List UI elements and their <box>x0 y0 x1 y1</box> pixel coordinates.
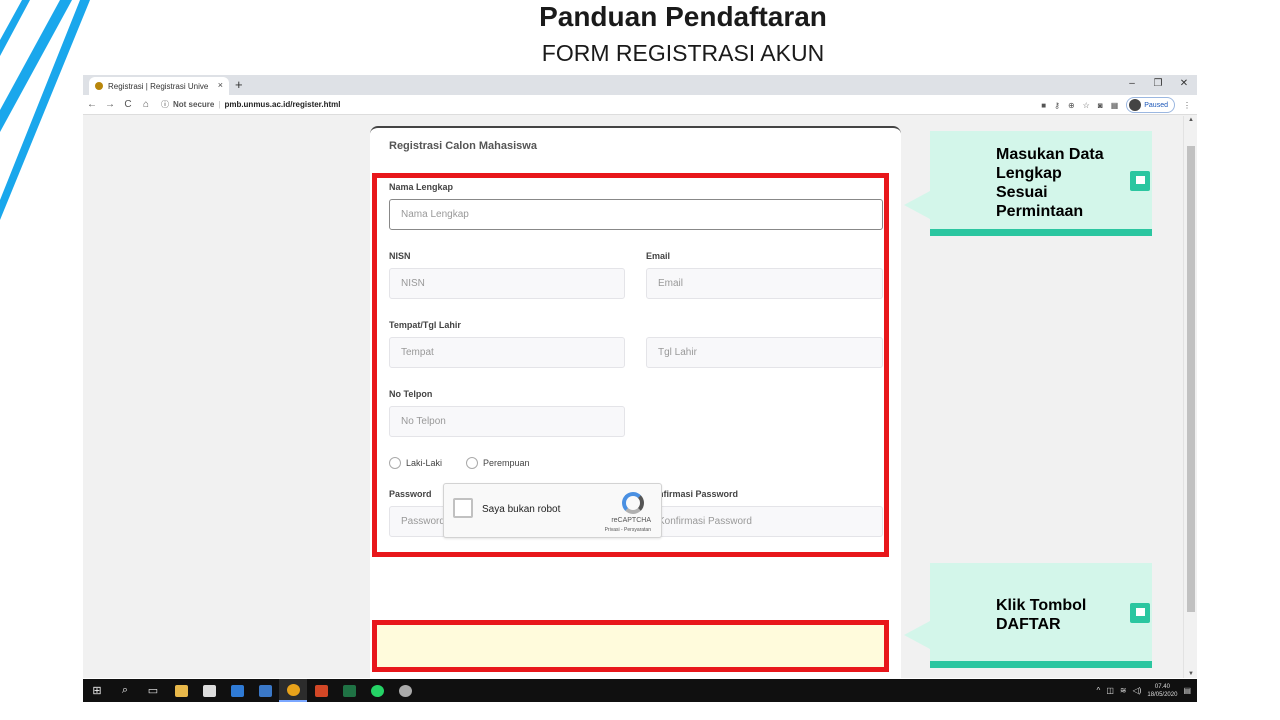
zoom-app-icon[interactable]: ◙ <box>1098 101 1103 110</box>
callout-accent-bar <box>930 661 1152 668</box>
excel-icon[interactable] <box>335 679 363 702</box>
menu-icon[interactable]: ⋮ <box>1183 101 1191 110</box>
restore-button[interactable]: ❐ <box>1145 75 1171 95</box>
windows-taskbar: ⊞ ⌕ ▭ ^ ◫ ≋ ◁) 07.40 18/05/2020 ▤ <box>83 679 1197 702</box>
extension-icon[interactable]: ■ <box>1041 101 1046 110</box>
tab-bar: Registrasi | Registrasi Unive × + – ❐ ✕ <box>83 75 1197 95</box>
comment-icon <box>1130 603 1150 623</box>
callout-tail <box>904 191 930 219</box>
extension-icons: ■ ⚷ ⊕ ☆ ◙ ▦ Paused ⋮ <box>1041 97 1191 113</box>
scroll-thumb[interactable] <box>1187 146 1195 612</box>
volume-icon[interactable]: ◁) <box>1133 686 1142 695</box>
callout-data-text: Masukan Data Lengkap Sesuai Permintaan <box>996 146 1104 220</box>
vertical-scrollbar[interactable]: ▲ ▼ <box>1183 116 1197 678</box>
url-text: pmb.unmus.ac.id/register.html <box>224 100 341 109</box>
tab-title: Registrasi | Registrasi Unive <box>108 81 209 91</box>
back-button[interactable]: ← <box>83 99 101 110</box>
comment-icon <box>1130 171 1150 191</box>
close-window-button[interactable]: ✕ <box>1171 75 1197 95</box>
slide: Panduan Pendaftaran FORM REGISTRASI AKUN… <box>0 0 1280 720</box>
form-highlight-box <box>372 173 889 557</box>
powerpoint-icon[interactable] <box>307 679 335 702</box>
callout-tail <box>904 621 930 649</box>
callout-accent-bar <box>930 229 1152 236</box>
home-button[interactable]: ⌂ <box>137 99 155 110</box>
network-icon[interactable]: ◫ <box>1106 686 1114 695</box>
tab-close-icon[interactable]: × <box>218 80 223 90</box>
reload-button[interactable]: C <box>119 99 137 110</box>
callout-data: Masukan Data Lengkap Sesuai Permintaan <box>904 131 1152 236</box>
zoom-icon[interactable]: ⊕ <box>1068 101 1075 110</box>
profile-status: Paused <box>1144 101 1168 109</box>
chrome-icon[interactable] <box>279 679 307 702</box>
store-icon[interactable] <box>195 679 223 702</box>
info-icon: ⓘ <box>161 100 169 109</box>
clock-time: 07.40 <box>1154 683 1170 690</box>
edge-icon[interactable] <box>223 679 251 702</box>
wifi-icon[interactable]: ≋ <box>1120 686 1127 695</box>
chevron-up-icon[interactable]: ^ <box>1097 686 1101 695</box>
browser-tab[interactable]: Registrasi | Registrasi Unive × <box>89 77 229 95</box>
clock-date: 18/05/2020 <box>1147 691 1178 698</box>
address-bar: ← → C ⌂ ⓘ Not secure | pmb.unmus.ac.id/r… <box>83 95 1197 115</box>
url-field[interactable]: ⓘ Not secure | pmb.unmus.ac.id/register.… <box>161 99 340 110</box>
qr-icon[interactable]: ▦ <box>1111 101 1119 110</box>
task-view-icon[interactable]: ▭ <box>139 679 167 702</box>
search-icon[interactable]: ⌕ <box>111 679 139 702</box>
start-button[interactable]: ⊞ <box>83 679 111 702</box>
scroll-down-icon[interactable]: ▼ <box>1188 671 1194 677</box>
app-icon[interactable] <box>391 679 419 702</box>
window-controls: – ❐ ✕ <box>1119 75 1197 95</box>
minimize-button[interactable]: – <box>1119 75 1145 95</box>
key-icon[interactable]: ⚷ <box>1054 101 1060 110</box>
decorative-stripes <box>0 0 90 220</box>
favicon-icon <box>95 82 103 90</box>
daftar-button-highlight[interactable] <box>372 620 889 672</box>
form-title: Registrasi Calon Mahasiswa <box>389 140 537 152</box>
notification-icon[interactable]: ▤ <box>1183 686 1191 695</box>
url-separator: | <box>218 100 221 109</box>
file-explorer-icon[interactable] <box>167 679 195 702</box>
clock[interactable]: 07.40 18/05/2020 <box>1147 683 1177 699</box>
star-icon[interactable]: ☆ <box>1083 101 1090 110</box>
avatar <box>1129 99 1142 111</box>
profile-button[interactable]: Paused <box>1126 97 1175 113</box>
callout-daftar-text: Klik Tombol DAFTAR <box>996 597 1087 633</box>
whatsapp-icon[interactable] <box>363 679 391 702</box>
security-label: Not secure <box>173 100 215 109</box>
new-tab-button[interactable]: + <box>235 77 243 92</box>
scroll-up-icon[interactable]: ▲ <box>1188 117 1194 123</box>
slide-title: Panduan Pendaftaran <box>539 1 827 32</box>
forward-button[interactable]: → <box>101 99 119 110</box>
system-tray: ^ ◫ ≋ ◁) 07.40 18/05/2020 ▤ <box>1097 679 1197 702</box>
slide-subtitle: FORM REGISTRASI AKUN <box>541 40 825 66</box>
remote-desktop-icon[interactable] <box>251 679 279 702</box>
callout-daftar: Klik Tombol DAFTAR <box>904 563 1152 668</box>
